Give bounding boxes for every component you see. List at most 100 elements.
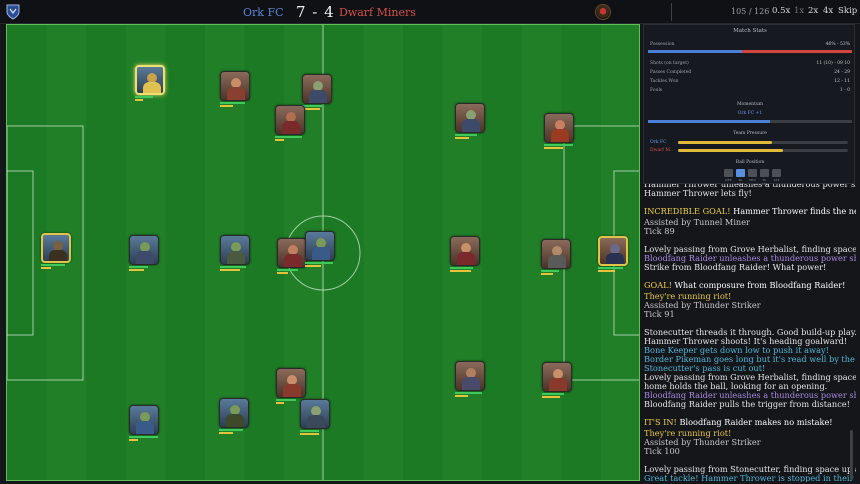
player-body — [284, 254, 302, 267]
form-bar — [275, 139, 284, 141]
stat-value: 1 - 0 — [839, 88, 850, 93]
form-bar — [450, 270, 471, 272]
stamina-bar — [300, 430, 319, 432]
away-player-token[interactable] — [448, 236, 482, 272]
commentary-line: Tick 100 — [644, 446, 680, 456]
stamina-bar — [544, 144, 573, 146]
skip-button[interactable]: Skip — [838, 6, 857, 16]
away-player-token[interactable] — [540, 362, 574, 398]
tick-counter: 105 / 126 — [731, 7, 770, 16]
away-player-token[interactable] — [596, 236, 630, 272]
stat-label: Tackles Won — [650, 79, 679, 84]
player-body — [227, 87, 245, 100]
pressure-home-label: Ork FC — [650, 140, 667, 145]
player-portrait — [129, 405, 159, 435]
player-portrait — [450, 236, 480, 266]
commentary-line: Bloodfang Raider pulls the trigger from … — [644, 399, 850, 409]
stats-title: Match Stats — [733, 28, 767, 34]
stat-label: Shots (on target) — [650, 61, 689, 66]
stamina-bar — [542, 393, 564, 395]
stat-label: Fouls — [650, 88, 663, 93]
player-body — [457, 252, 475, 265]
form-bar — [135, 99, 143, 101]
ball-zone-cell — [760, 169, 769, 177]
stat-label: Passes Completed — [650, 70, 692, 75]
player-body — [312, 247, 330, 260]
commentary-feed[interactable]: Hammer Thrower unleashes a thunderous po… — [643, 184, 856, 482]
form-bar — [305, 265, 321, 267]
player-portrait — [544, 113, 574, 143]
possession-bar — [648, 50, 852, 53]
player-body — [549, 378, 567, 391]
away-player-token[interactable] — [453, 361, 487, 397]
speed-2x-button[interactable]: 2x — [808, 6, 818, 16]
commentary-scrollbar[interactable] — [850, 430, 853, 480]
speed-4x-button[interactable]: 4x — [823, 6, 833, 16]
player-portrait — [455, 361, 485, 391]
home-player-token[interactable] — [218, 235, 252, 271]
stamina-bar — [455, 134, 477, 136]
form-bar — [277, 272, 288, 274]
stat-row-fouls: Fouls 1 - 0 — [650, 88, 850, 96]
commentary-line: Hammer Thrower lets fly! — [644, 188, 752, 198]
form-bar — [544, 147, 563, 149]
home-player-token[interactable] — [217, 398, 251, 434]
pressure-home-fill — [678, 141, 772, 144]
player-portrait — [219, 398, 249, 428]
player-portrait — [41, 233, 71, 263]
goal-description: What composure from Bloodfang Raider! — [674, 280, 846, 290]
away-player-token[interactable] — [273, 105, 307, 141]
stamina-bar — [450, 267, 473, 269]
player-portrait — [598, 236, 628, 266]
player-body — [307, 415, 325, 428]
goal-description: Bloodfang Raider makes no mistake! — [679, 417, 833, 427]
ball-zone-cell — [772, 169, 781, 177]
player-body — [309, 90, 327, 103]
ball-zone-cell — [736, 169, 745, 177]
player-body — [551, 129, 569, 142]
stamina-bar — [220, 266, 246, 268]
player-portrait — [305, 231, 335, 261]
form-bar — [219, 432, 233, 434]
form-bar — [129, 269, 144, 271]
home-player-token[interactable] — [127, 235, 161, 271]
stamina-bar — [220, 102, 245, 104]
form-bar — [455, 395, 468, 397]
stat-value: 11 (10) - 09 10 — [816, 61, 850, 66]
stat-value: 12 - 11 — [834, 79, 850, 84]
commentary-line: Tick 89 — [644, 226, 675, 236]
player-portrait — [275, 105, 305, 135]
momentum-title: Momentum — [736, 102, 764, 107]
ball-zone-label: ATT — [773, 178, 780, 182]
pressure-away-label: Dwarf M.. — [650, 148, 673, 153]
player-portrait — [220, 71, 250, 101]
stamina-bar — [275, 136, 302, 138]
home-player-token[interactable] — [39, 233, 73, 269]
player-body — [462, 377, 480, 390]
stamina-bar — [277, 269, 298, 271]
momentum-bar — [648, 120, 852, 123]
player-body — [49, 250, 67, 261]
home-player-token[interactable] — [133, 65, 167, 101]
speed-0-5x-button[interactable]: 0.5x — [772, 6, 790, 16]
home-player-token[interactable] — [127, 405, 161, 441]
away-team-crest-icon — [595, 4, 611, 20]
stat-row-tackles: Tackles Won 12 - 11 — [650, 79, 850, 87]
stamina-bar — [41, 264, 65, 266]
away-player-token[interactable] — [542, 113, 576, 149]
home-player-token[interactable] — [303, 231, 337, 267]
pressure-title: Team Pressure — [733, 131, 767, 136]
player-body — [282, 121, 300, 134]
speed-1x-button[interactable]: 1x — [794, 6, 804, 16]
pressure-away-fill — [678, 149, 784, 152]
stamina-bar — [129, 266, 148, 268]
home-team-crest-icon — [6, 4, 20, 20]
ball-zone-cell — [724, 169, 733, 177]
away-team-name: Dwarf Miners — [339, 6, 416, 19]
goal-headline: INCREDIBLE GOAL! — [644, 206, 734, 216]
away-player-token[interactable] — [539, 239, 573, 275]
home-player-token[interactable] — [298, 399, 332, 435]
commentary-line: GOAL! What composure from Bloodfang Raid… — [644, 281, 845, 290]
away-player-token[interactable] — [218, 71, 252, 107]
away-player-token[interactable] — [453, 103, 487, 139]
